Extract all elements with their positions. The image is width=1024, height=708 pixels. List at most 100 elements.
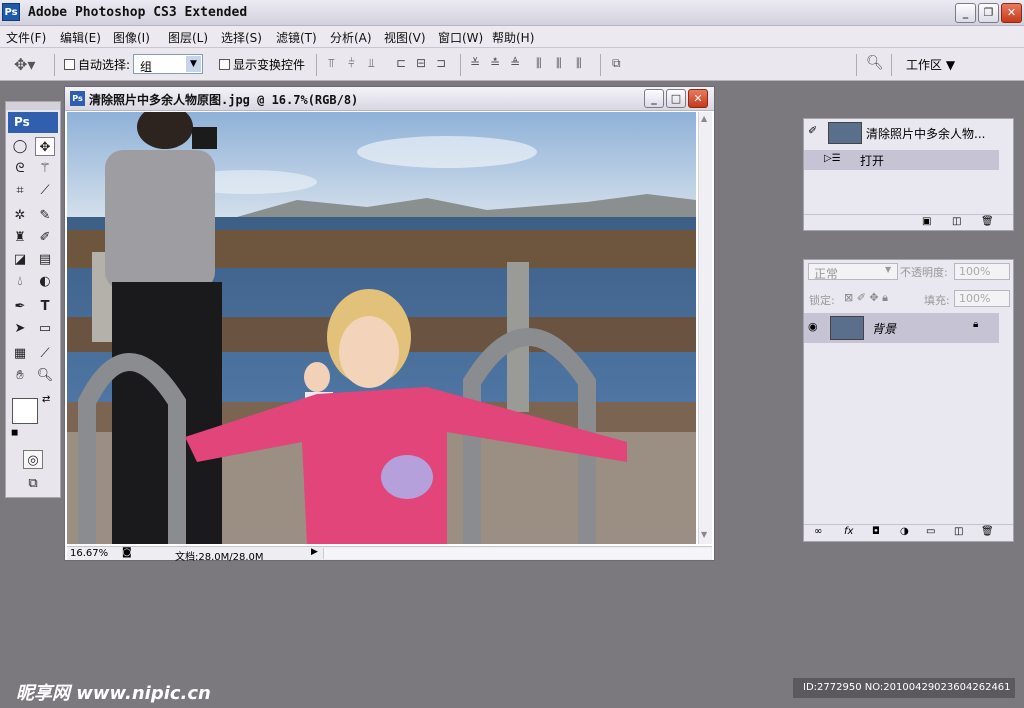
distribute-bottom-icon[interactable]: ≜: [510, 56, 520, 70]
menu-analysis[interactable]: 分析(A): [330, 29, 372, 46]
layer-row-background[interactable]: ◉ 背景 🔒︎: [804, 313, 999, 343]
snapshot-brush-icon[interactable]: ✐: [808, 124, 817, 137]
auto-select-dropdown[interactable]: 组 ▼: [133, 54, 203, 74]
menu-window[interactable]: 窗口(W): [438, 29, 483, 46]
menu-filter[interactable]: 滤镜(T): [276, 29, 317, 46]
toolbox-ps-logo-icon: Ps: [8, 112, 58, 133]
trash-icon[interactable]: 🗑︎: [981, 216, 994, 227]
magic-wand-tool-icon[interactable]: ⚚: [35, 159, 55, 178]
new-layer-icon[interactable]: ◫: [954, 526, 963, 537]
show-transform-checkbox[interactable]: [219, 59, 230, 70]
doc-minimize-button[interactable]: _: [644, 89, 664, 108]
restore-button[interactable]: ❐: [978, 3, 999, 23]
healing-brush-tool-icon[interactable]: ✲: [10, 206, 30, 225]
gradient-tool-icon[interactable]: ▤: [35, 250, 55, 269]
doc-maximize-button[interactable]: □: [666, 89, 686, 108]
toolbox-grip[interactable]: [6, 102, 60, 110]
clone-stamp-tool-icon[interactable]: ♜: [10, 228, 30, 247]
history-item-open[interactable]: ▷☰ 打开: [804, 150, 999, 170]
auto-align-icon[interactable]: ⧉: [612, 56, 621, 71]
delete-layer-icon[interactable]: 🗑︎: [981, 526, 994, 537]
distribute-right-icon[interactable]: ⫼: [576, 56, 582, 71]
status-bar: 16.67% ◙ 文档:28.0M/28.0M ▶: [67, 546, 712, 563]
foreground-color-swatch[interactable]: [12, 398, 38, 424]
blend-mode-dropdown[interactable]: 正常 ▼: [808, 263, 898, 281]
slice-tool-icon[interactable]: ⟋: [35, 181, 55, 200]
align-left-icon[interactable]: ⊏: [396, 56, 406, 70]
workspace-button[interactable]: 工作区 ▼: [906, 56, 955, 73]
new-snapshot-icon[interactable]: ◫: [952, 216, 961, 227]
toolbox: Ps ◯ ✥ ᘓ ⚚ ⌗ ⟋ ✲ ✎ ♜ ✐ ◪ ▤ 💧︎ ◐ ✒ T ➤ ▭ …: [5, 101, 61, 498]
history-state-icon: ▷☰: [824, 153, 841, 164]
quick-mask-icon[interactable]: ◎: [23, 450, 43, 469]
menu-select[interactable]: 选择(S): [221, 29, 262, 46]
scroll-down-icon[interactable]: ▼: [701, 530, 707, 539]
menu-layer[interactable]: 图层(L): [168, 29, 208, 46]
eyedropper-tool-icon[interactable]: ⟋: [35, 344, 55, 363]
adjustment-layer-icon[interactable]: ◑: [900, 526, 909, 537]
path-selection-tool-icon[interactable]: ➤: [10, 319, 30, 338]
screen-mode-icon[interactable]: ⧉: [23, 474, 43, 493]
scroll-up-icon[interactable]: ▲: [701, 114, 707, 123]
align-vcenter-icon[interactable]: ⫩: [348, 56, 355, 71]
opacity-field[interactable]: 100%: [954, 263, 1010, 280]
align-right-icon[interactable]: ⊐: [436, 56, 446, 70]
dodge-tool-icon[interactable]: ◐: [35, 272, 55, 291]
zoom-tool-icon[interactable]: 🔍︎: [35, 366, 55, 385]
vertical-scrollbar[interactable]: ▲ ▼: [698, 112, 712, 544]
minimize-button[interactable]: _: [955, 3, 976, 23]
distribute-left-icon[interactable]: ⫼: [536, 56, 542, 71]
horizontal-scrollbar[interactable]: [323, 548, 711, 559]
history-brush-tool-icon[interactable]: ✐: [35, 228, 55, 247]
layer-name: 背景: [872, 322, 897, 336]
lock-icons[interactable]: ⊠ ✐ ✥ 🔒︎: [844, 291, 888, 305]
distribute-vcenter-icon[interactable]: ≛: [490, 56, 500, 70]
menu-help[interactable]: 帮助(H): [492, 29, 534, 46]
align-top-icon[interactable]: ⫪: [328, 56, 335, 71]
status-menu-icon[interactable]: ◙: [122, 547, 132, 558]
status-arrow-icon[interactable]: ▶: [311, 547, 318, 557]
menu-edit[interactable]: 编辑(E): [60, 29, 101, 46]
new-group-icon[interactable]: ▭: [926, 526, 935, 537]
move-tool-icon[interactable]: ✥▾: [14, 55, 35, 74]
document-titlebar[interactable]: Ps 清除照片中多余人物原图.jpg @ 16.7%(RGB/8) _ □ ✕: [65, 87, 714, 111]
fill-field[interactable]: 100%: [954, 290, 1010, 307]
menu-image[interactable]: 图像(I): [113, 29, 150, 46]
options-bar: ✥▾ 自动选择: 组 ▼ 显示变换控件 ⫪ ⫩ ⫫ ⊏ ⊟ ⊐ ≚ ≛ ≜ ⫼ …: [0, 48, 1024, 81]
layer-style-icon[interactable]: fx: [844, 526, 853, 537]
align-bottom-icon[interactable]: ⫫: [368, 56, 375, 71]
menu-view[interactable]: 视图(V): [384, 29, 426, 46]
zoom-level[interactable]: 16.67%: [70, 548, 108, 559]
doc-close-button[interactable]: ✕: [688, 89, 708, 108]
bridge-icon[interactable]: 🔍︎: [866, 55, 884, 71]
move-tool-icon[interactable]: ✥: [35, 137, 55, 156]
blur-tool-icon[interactable]: 💧︎: [10, 272, 30, 291]
divider: [460, 54, 461, 76]
layer-mask-icon[interactable]: ◘: [872, 526, 880, 537]
chevron-down-icon: ▼: [885, 265, 892, 274]
close-button[interactable]: ✕: [1001, 3, 1022, 23]
pen-tool-icon[interactable]: ✒: [10, 297, 30, 316]
hand-tool-icon[interactable]: ✋︎: [10, 366, 30, 385]
notes-tool-icon[interactable]: ▦: [10, 344, 30, 363]
crop-tool-icon[interactable]: ⌗: [10, 181, 30, 200]
distribute-hcenter-icon[interactable]: ⫼: [556, 56, 562, 71]
history-item-label: 打开: [860, 154, 885, 168]
eye-icon[interactable]: ◉: [808, 320, 818, 333]
shape-tool-icon[interactable]: ▭: [35, 319, 55, 338]
marquee-tool-icon[interactable]: ◯: [10, 137, 30, 156]
swap-colors-icon[interactable]: ⇄: [42, 394, 50, 405]
new-document-icon[interactable]: ▣: [922, 216, 931, 227]
link-layers-icon[interactable]: ∞: [814, 526, 822, 537]
snapshot-thumbnail[interactable]: [828, 122, 862, 144]
menu-file[interactable]: 文件(F): [6, 29, 46, 46]
eraser-tool-icon[interactable]: ◪: [10, 250, 30, 269]
default-colors-icon[interactable]: ◼: [11, 428, 18, 438]
distribute-top-icon[interactable]: ≚: [470, 56, 480, 70]
brush-tool-icon[interactable]: ✎: [35, 206, 55, 225]
auto-select-checkbox[interactable]: [64, 59, 75, 70]
document-canvas[interactable]: [67, 112, 696, 544]
lasso-tool-icon[interactable]: ᘓ: [10, 159, 30, 178]
type-tool-icon[interactable]: T: [35, 297, 55, 316]
align-hcenter-icon[interactable]: ⊟: [416, 56, 426, 70]
